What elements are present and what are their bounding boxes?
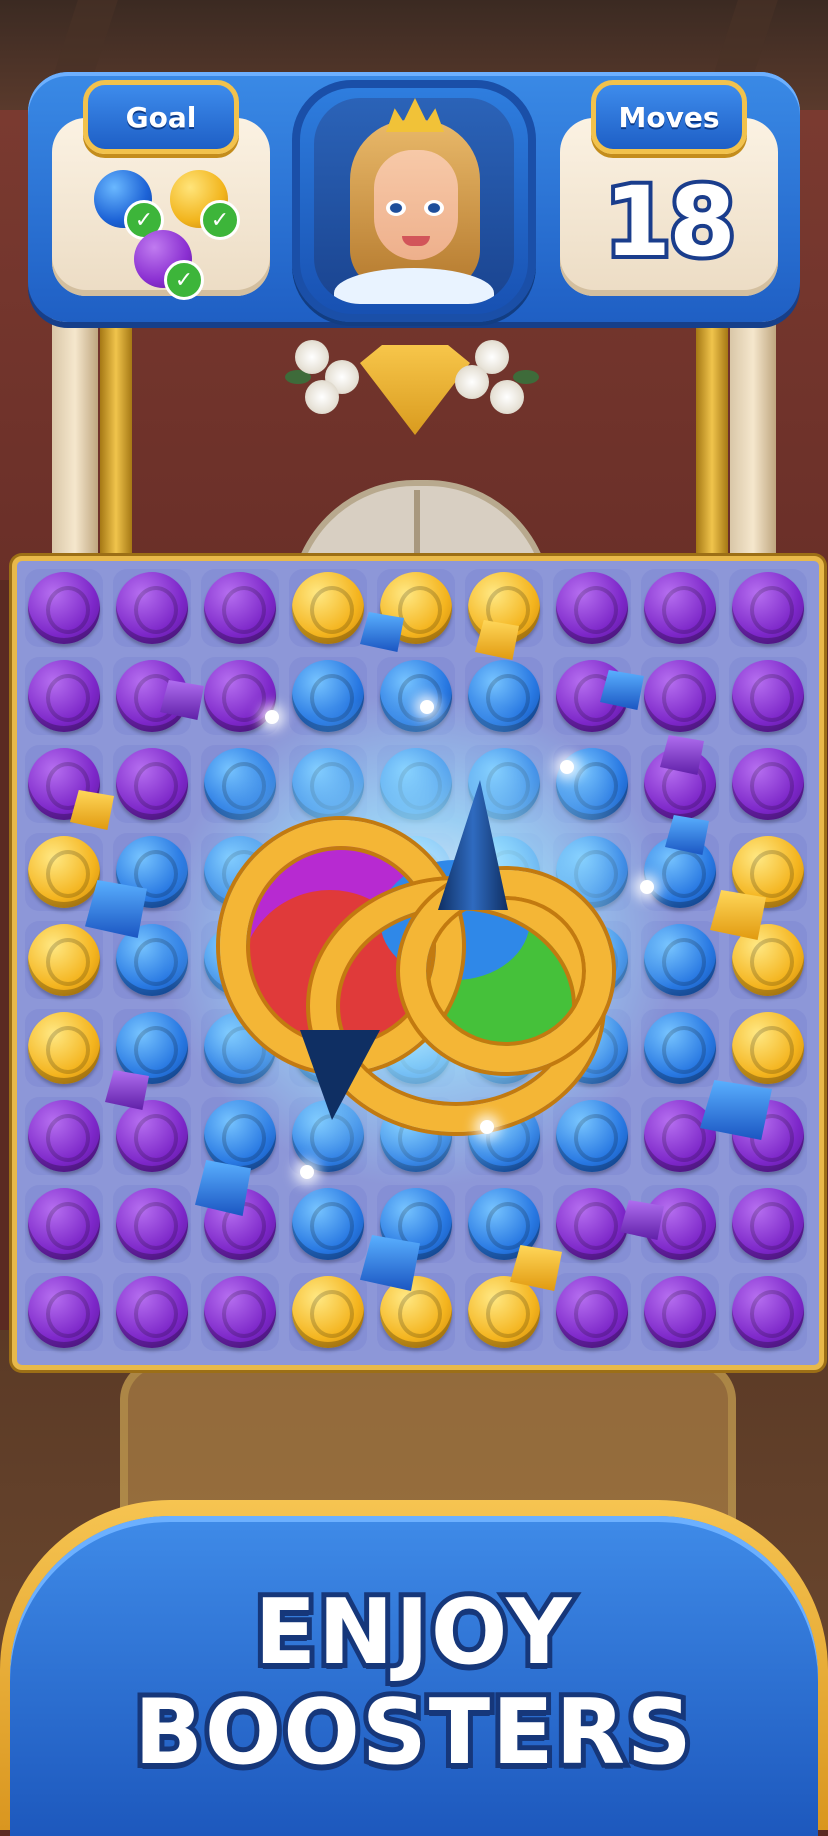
board-cell[interactable] (21, 1269, 107, 1355)
shield-icon[interactable] (28, 1188, 100, 1260)
shield-icon[interactable] (644, 1276, 716, 1348)
board-cell[interactable] (197, 653, 283, 739)
shield-icon[interactable] (116, 572, 188, 644)
shield-icon[interactable] (116, 748, 188, 820)
board-cell[interactable] (285, 565, 371, 651)
pillar (52, 300, 98, 600)
shield-icon[interactable] (204, 660, 276, 732)
board-cell[interactable] (109, 1181, 195, 1267)
board-cell[interactable] (725, 565, 811, 651)
board-cell[interactable] (21, 917, 107, 1003)
board-cell[interactable] (549, 565, 635, 651)
shield-icon[interactable] (732, 1276, 804, 1348)
water-drop-icon: ✓ (94, 170, 164, 240)
avatar (314, 98, 514, 304)
crown-icon[interactable] (468, 1276, 540, 1348)
crown-icon[interactable] (292, 1276, 364, 1348)
shield-icon[interactable] (732, 660, 804, 732)
crown-icon[interactable] (28, 924, 100, 996)
shield-icon[interactable] (116, 1276, 188, 1348)
water-drop-icon[interactable] (292, 1188, 364, 1260)
shield-icon[interactable] (204, 1276, 276, 1348)
board-cell[interactable] (109, 565, 195, 651)
board-cell[interactable] (725, 1269, 811, 1355)
board-cell[interactable] (285, 1181, 371, 1267)
board-cell[interactable] (197, 565, 283, 651)
shield-icon[interactable] (204, 572, 276, 644)
check-icon: ✓ (200, 200, 240, 240)
shield-icon[interactable] (556, 572, 628, 644)
shield-icon[interactable] (28, 1276, 100, 1348)
level-hud: Goal ✓ ✓ ✓ Moves 18 (28, 72, 800, 322)
board-cell[interactable] (725, 1005, 811, 1091)
shield-icon[interactable] (644, 660, 716, 732)
board-cell[interactable] (725, 653, 811, 739)
tiara-icon (386, 98, 444, 132)
shield-icon[interactable] (28, 572, 100, 644)
crown-icon: ✓ (170, 170, 240, 240)
board-cell[interactable] (725, 741, 811, 827)
board-cell[interactable] (21, 653, 107, 739)
check-icon: ✓ (164, 260, 204, 300)
shield-icon[interactable] (732, 1188, 804, 1260)
pillar (100, 300, 132, 600)
moves-counter: 18 (600, 162, 740, 282)
board-cell[interactable] (109, 1093, 195, 1179)
board-cell[interactable] (637, 565, 723, 651)
board-cell[interactable] (21, 1005, 107, 1091)
board-cell[interactable] (549, 1181, 635, 1267)
moves-label: Moves (591, 80, 747, 154)
goal-panel: Goal ✓ ✓ ✓ (52, 80, 270, 300)
shield-icon[interactable] (644, 572, 716, 644)
goal-label: Goal (83, 80, 239, 154)
board-cell[interactable] (637, 653, 723, 739)
board-cell[interactable] (21, 1093, 107, 1179)
flower-garland (285, 330, 540, 430)
crown-icon[interactable] (28, 1012, 100, 1084)
board-cell[interactable] (285, 1269, 371, 1355)
board-cell[interactable] (549, 1269, 635, 1355)
pillar (696, 300, 728, 600)
shield-icon[interactable] (556, 1276, 628, 1348)
shield-icon[interactable] (116, 1100, 188, 1172)
moves-panel: Moves 18 (560, 80, 778, 296)
headline-line-2: BOOSTERS (129, 1675, 696, 1790)
crown-icon[interactable] (380, 1276, 452, 1348)
board-cell[interactable] (109, 741, 195, 827)
board-cell[interactable] (109, 1269, 195, 1355)
board-cell[interactable] (21, 1181, 107, 1267)
spinning-top-booster-icon (220, 780, 612, 1132)
crown-icon[interactable] (292, 572, 364, 644)
shield-icon[interactable] (732, 748, 804, 820)
princess-portrait (292, 80, 536, 322)
shield-icon[interactable] (28, 1100, 100, 1172)
shield-icon: ✓ (134, 230, 204, 300)
board-cell[interactable] (197, 1269, 283, 1355)
pillar (730, 300, 776, 600)
shield-icon[interactable] (116, 1188, 188, 1260)
crown-icon[interactable] (28, 836, 100, 908)
headline-line-1: ENJOY (250, 1575, 577, 1690)
board-cell[interactable] (637, 1269, 723, 1355)
board-cell[interactable] (725, 1181, 811, 1267)
board-cell[interactable] (21, 565, 107, 651)
shield-icon[interactable] (732, 572, 804, 644)
shield-icon[interactable] (556, 1188, 628, 1260)
crown-icon[interactable] (732, 1012, 804, 1084)
shield-icon[interactable] (28, 660, 100, 732)
